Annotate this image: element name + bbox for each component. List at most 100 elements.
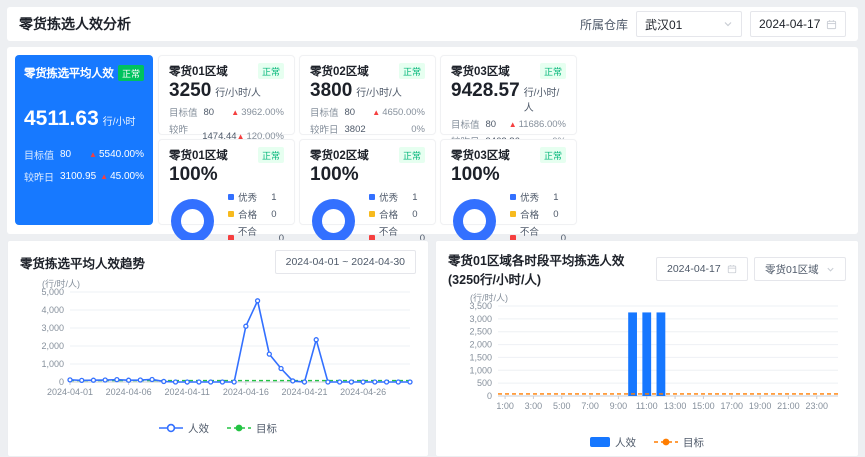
area-card-03: 零货03区域 正常 9428.57 行/小时/人 目标值 80 ▲ 11686.… [440,55,577,135]
hourly-legend: 人效 目标 [448,432,846,452]
area-card-02: 零货02区域 正常 3800 行/小时/人 目标值 80 ▲ 4650.00% … [299,55,436,135]
status-badge: 正常 [399,147,425,163]
summary-unit: 行/小时 [103,113,136,128]
svg-text:2024-04-21: 2024-04-21 [281,387,327,397]
area-card-01: 零货01区域 正常 3250 行/小时/人 目标值 80 ▲ 3962.00% … [158,55,295,135]
kpi-cards-grid: 零货01区域 正常 3250 行/小时/人 目标值 80 ▲ 3962.00% … [158,55,577,226]
svg-text:21:00: 21:00 [777,401,800,411]
warehouse-label: 所属仓库 [580,16,628,33]
excellent-swatch [369,194,375,200]
summary-yesterday-row: 较昨日 3100.95 ▲ 45.00% [24,169,144,184]
kpi-section: 零货拣选平均人效 正常 4511.63 行/小时 目标值 80 ▲ 5540.0… [7,47,858,234]
hourly-panel-title: 零货01区域各时段平均拣选人效(3250行/小时/人) [448,250,656,288]
rate-value: 100% [451,164,566,186]
rate-card-02: 零货02区域 正常 100% 优秀1 合格0 不合格0 [299,139,436,225]
pass-swatch [228,211,234,217]
svg-text:11:00: 11:00 [636,401,658,411]
hourly-date-picker[interactable]: 2024-04-17 [656,257,748,281]
pass-swatch [510,211,516,217]
line-series-marker-icon [159,423,183,433]
legend-item-mubiao[interactable]: 目标 [227,421,277,436]
svg-text:13:00: 13:00 [664,401,687,411]
svg-text:1,000: 1,000 [469,365,492,375]
svg-text:0: 0 [487,391,492,401]
svg-text:2024-04-11: 2024-04-11 [165,387,210,397]
trend-panel: 零货拣选平均人效趋势 2024-04-01 ~ 2024-04-30 (行/时/… [7,240,429,457]
svg-text:19:00: 19:00 [749,401,772,411]
date-picker[interactable]: 2024-04-17 [750,11,846,37]
up-arrow-icon: ▲ [231,108,239,117]
svg-text:7:00: 7:00 [581,401,599,411]
up-arrow-icon: ▲ [89,150,97,159]
trend-panel-title: 零货拣选平均人效趋势 [20,253,145,272]
up-arrow-icon: ▲ [372,108,380,117]
hourly-bar-chart: (行/时/人)05001,0001,5002,0002,5003,0003,50… [448,292,846,432]
svg-text:3,500: 3,500 [469,301,492,311]
rate-value: 100% [169,164,284,186]
hourly-area-select[interactable]: 零货01区域 [754,257,846,281]
trend-legend: 人效 目标 [20,418,416,438]
legend-item-mubiao[interactable]: 目标 [654,435,704,450]
dashboard-page: 零货拣选人效分析 所属仓库 武汉01 2024-04-17 零货拣选平均人效 正… [0,0,865,447]
donut-chart [453,199,496,243]
hourly-panel: 零货01区域各时段平均拣选人效(3250行/小时/人) 2024-04-17 零… [435,240,859,457]
page-title: 零货拣选人效分析 [19,14,131,34]
svg-text:2024-04-16: 2024-04-16 [223,387,269,397]
excellent-swatch [228,194,234,200]
target-series-marker-icon [654,437,678,447]
target-series-marker-icon [227,423,251,433]
svg-text:2024-04-01: 2024-04-01 [47,387,93,397]
svg-text:3,000: 3,000 [41,323,64,333]
svg-text:2,000: 2,000 [469,340,492,350]
pass-swatch [369,211,375,217]
svg-text:3,000: 3,000 [469,314,492,324]
svg-text:3:00: 3:00 [525,401,543,411]
warehouse-select-value: 武汉01 [645,16,682,33]
warehouse-select[interactable]: 武汉01 [636,11,742,37]
summary-target-row: 目标值 80 ▲ 5540.00% [24,147,144,162]
status-badge: 正常 [540,147,566,163]
svg-text:2024-04-26: 2024-04-26 [340,387,386,397]
svg-text:500: 500 [477,378,492,388]
svg-text:5,000: 5,000 [41,287,64,297]
status-badge: 正常 [118,65,144,81]
rate-card-01: 零货01区域 正常 100% 优秀1 合格0 不合格0 [158,139,295,225]
legend-item-renxiao[interactable]: 人效 [159,421,209,436]
bar-series-marker-icon [590,437,610,447]
rate-value: 100% [310,164,425,186]
status-badge: 正常 [258,147,284,163]
calendar-icon [826,19,837,30]
svg-text:4,000: 4,000 [41,305,64,315]
svg-text:17:00: 17:00 [720,401,743,411]
calendar-icon [727,264,737,274]
svg-text:2,500: 2,500 [469,327,492,337]
svg-text:23:00: 23:00 [805,401,828,411]
legend-item-renxiao[interactable]: 人效 [590,435,636,450]
svg-text:0: 0 [59,377,64,387]
status-badge: 正常 [399,63,425,79]
svg-text:1:00: 1:00 [496,401,514,411]
top-bar: 零货拣选人效分析 所属仓库 武汉01 2024-04-17 [7,7,858,41]
summary-card-title: 零货拣选平均人效 [24,65,114,81]
chevron-down-icon [723,19,733,29]
top-bar-controls: 所属仓库 武汉01 2024-04-17 [580,11,846,37]
svg-text:9:00: 9:00 [610,401,628,411]
status-badge: 正常 [258,63,284,79]
date-picker-value: 2024-04-17 [759,17,820,31]
summary-value: 4511.63 [24,107,99,131]
svg-text:15:00: 15:00 [692,401,715,411]
svg-text:2024-04-06: 2024-04-06 [106,387,152,397]
trend-line-chart: (行/时/人)01,0002,0003,0004,0005,0002024-04… [20,278,418,418]
donut-chart [312,199,355,243]
excellent-swatch [510,194,516,200]
up-arrow-icon: ▲ [509,120,517,129]
svg-text:1,500: 1,500 [469,352,492,362]
up-arrow-icon: ▲ [100,172,108,181]
date-range-picker[interactable]: 2024-04-01 ~ 2024-04-30 [275,250,416,274]
svg-text:1,000: 1,000 [41,359,64,369]
donut-chart [171,199,214,243]
chevron-down-icon [826,265,835,274]
summary-card: 零货拣选平均人效 正常 4511.63 行/小时 目标值 80 ▲ 5540.0… [15,55,153,225]
rate-card-03: 零货03区域 正常 100% 优秀1 合格0 不合格0 [440,139,577,225]
status-badge: 正常 [540,63,566,79]
